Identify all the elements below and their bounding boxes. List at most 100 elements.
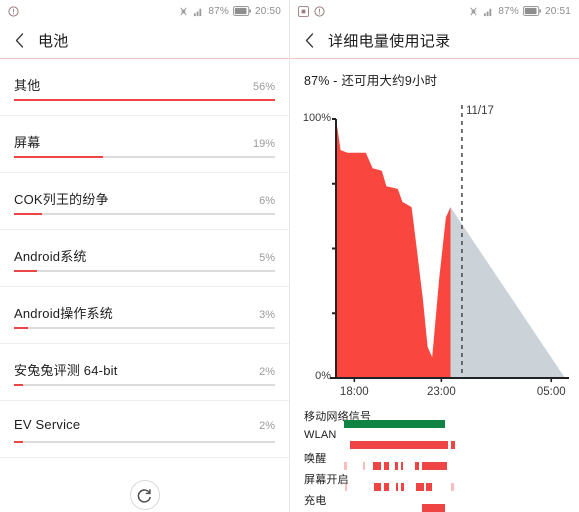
battery-summary-text: 87% - 还可用大约9小时 [304,74,438,88]
x-axis-tick-label: 23:00 [427,386,456,398]
battery-item-name: 其他 [14,78,41,93]
timeline-segment [345,483,348,491]
back-chevron-icon[interactable] [302,31,316,49]
battery-item-bar-track [14,384,275,386]
battery-chart-svg: 100% 0% 11/17 18:00 23:00 05:00 [303,105,569,398]
battery-item-bar-fill [14,213,42,215]
timeline-segment [349,441,448,449]
status-bar-left-icons [8,5,19,17]
battery-item-percent: 2% [259,366,275,378]
status-bar-right-right-icons: 87% 20:51 [468,6,571,17]
battery-item-name: 屏幕 [14,135,41,150]
battery-list-item[interactable]: Android系统 5% [0,230,289,287]
vibrate-icon [468,6,479,17]
battery-list-item[interactable]: Android操作系统 3% [0,287,289,344]
status-bar-right: 87% 20:51 [290,0,579,22]
date-marker-label: 11/17 [466,105,494,117]
battery-list-item[interactable]: COK列王的纷争 6% [0,173,289,230]
battery-icon [232,6,251,16]
alarm-circle-icon [314,5,325,17]
title-bar-left: 电池 [0,22,289,58]
vibrate-icon [178,6,189,17]
timeline-row-track [304,462,565,470]
battery-item-bar-track [14,213,275,215]
y-axis-top-label: 100% [303,112,331,124]
timeline-segment [451,441,455,449]
battery-usage-list: 其他 56% 屏幕 19% COK列王的纷争 6% Android系统 5% Android操作… [0,59,289,458]
battery-item-bar-track [14,327,275,329]
battery-item-bar-fill [14,384,24,386]
timeline-row: 充电 [304,492,565,512]
timeline-segment [401,483,404,491]
timeline-row-track [304,504,565,512]
timeline-segment [421,462,447,470]
battery-list-item[interactable]: EV Service 2% [0,401,289,458]
battery-item-name: Android系统 [14,249,87,264]
page-title: 详细电量使用记录 [328,32,451,50]
battery-item-bar-fill [14,270,38,272]
refresh-icon [137,488,151,503]
battery-history-panel: 87% 20:51 详细电量使用记录 87% - 还可用大约9小时 100% 0… [290,0,579,512]
timeline-row: 唤醒 [304,450,565,471]
signal-icon [483,6,494,17]
x-axis-tick-label: 18:00 [340,386,369,398]
refresh-section: 刷新 [0,458,289,512]
battery-percent-text: 87% [208,5,229,17]
battery-percent-text: 87% [498,5,519,17]
timeline-segment [373,462,381,470]
status-bar-right-left-icons [298,5,325,17]
timeline-row: 移动网络信号 [304,408,565,429]
dual-screenshot-container: 87% 20:50 电池 其他 56% 屏幕 19% COK列王的纷争 6% A… [0,0,579,512]
timeline-segment [426,483,432,491]
battery-item-bar-track [14,99,275,101]
battery-item-percent: 6% [259,195,275,207]
x-axis-tick-label: 05:00 [537,386,566,398]
clock-text: 20:51 [544,5,571,17]
battery-item-bar-track [14,441,275,443]
chart-area-history [336,119,451,378]
chart-area-projected [450,207,565,378]
battery-settings-panel: 87% 20:50 电池 其他 56% 屏幕 19% COK列王的纷争 6% A… [0,0,290,512]
timeline-segment [362,462,366,470]
timeline-row: WLAN [304,429,565,450]
timeline-row-track [304,441,565,449]
signal-icon [193,6,204,17]
timeline-segment [383,462,390,470]
battery-item-bar-fill [14,327,28,329]
battery-item-percent: 2% [259,420,275,432]
timeline-segment [395,483,399,491]
timeline-segment [400,462,404,470]
battery-item-name: COK列王的纷争 [14,192,109,207]
status-bar-right-icons: 87% 20:50 [178,6,281,17]
timeline-segment [395,462,398,470]
battery-list-item[interactable]: 安兔兔评测 64-bit 2% [0,344,289,401]
battery-item-name: 安兔兔评测 64-bit [14,363,118,378]
battery-item-bar-track [14,156,275,158]
timeline-row-track [304,420,565,428]
timeline-row-label: WLAN [304,429,337,441]
status-bar-left: 87% 20:50 [0,0,289,22]
timeline-segment [344,420,445,428]
battery-item-percent: 19% [252,138,275,150]
refresh-button[interactable] [129,480,160,510]
timeline-segment [383,483,390,491]
clock-text: 20:50 [254,5,281,17]
battery-item-percent: 3% [259,309,275,321]
battery-item-bar-fill [14,441,24,443]
battery-icon [522,6,541,16]
timeline-segment [416,483,424,491]
battery-item-name: Android操作系统 [14,306,114,321]
battery-item-percent: 56% [252,81,275,93]
timeline-row-track [304,483,565,491]
y-axis-bottom-label: 0% [315,370,331,382]
battery-item-percent: 5% [259,252,275,264]
timeline-segment [414,462,419,470]
battery-list-item[interactable]: 屏幕 19% [0,116,289,173]
battery-item-bar-track [14,270,275,272]
back-chevron-icon[interactable] [12,31,26,49]
timeline-legend: 移动网络信号 WLAN 唤醒 屏幕开启 充电 [290,408,579,512]
battery-list-item[interactable]: 其他 56% [0,59,289,116]
battery-item-bar-fill [14,99,275,101]
battery-item-bar-fill [14,156,103,158]
battery-history-chart: 100% 0% 11/17 18:00 23:00 05:00 [298,97,571,412]
